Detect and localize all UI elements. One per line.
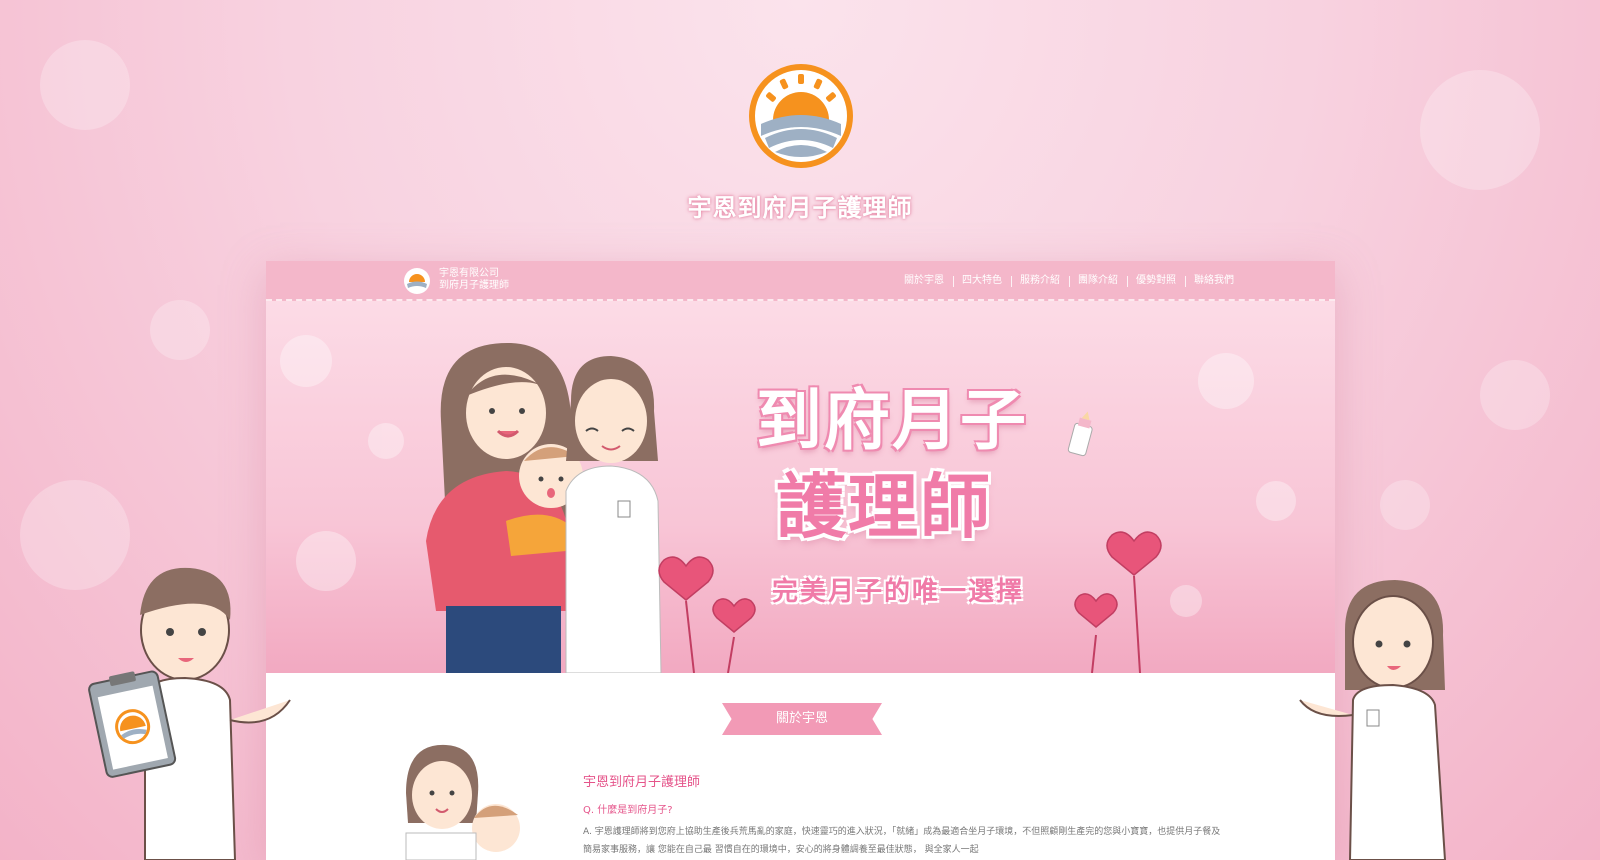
menu-item-advantages[interactable]: 優勢對照 xyxy=(1127,261,1185,301)
bokeh xyxy=(1380,480,1430,530)
site-name-line1: 宇恩有限公司 xyxy=(439,268,499,279)
nurse-baby-illustration xyxy=(405,744,520,860)
about-section: 關於宇恩 宇恩到府月子護理師 Q. 什麼是到府月子? A. 宇恩護理師將到您府上… xyxy=(266,673,1335,860)
hero-title-line2: 護理師 xyxy=(776,466,992,548)
nurse-figure xyxy=(565,356,662,673)
female-nurse-illustration xyxy=(1299,580,1447,860)
sun-logo-icon[interactable] xyxy=(403,267,431,295)
mother-figure xyxy=(426,342,572,673)
hero-banner: 到府月子 護理師 完美月子的唯一選擇 xyxy=(266,301,1335,673)
about-question: Q. 什麼是到府月子? xyxy=(583,805,673,816)
bokeh xyxy=(40,40,130,130)
section-ribbon: 關於宇恩 xyxy=(722,703,882,735)
site-name[interactable]: 宇恩有限公司 到府月子護理師 xyxy=(439,268,509,292)
site-nav: 宇恩有限公司 到府月子護理師 關於宇恩 四大特色 服務介紹 團隊介紹 優勢對照 … xyxy=(266,261,1335,305)
website-mock: 宇恩有限公司 到府月子護理師 關於宇恩 四大特色 服務介紹 團隊介紹 優勢對照 … xyxy=(266,261,1335,860)
bokeh xyxy=(150,300,210,360)
bokeh xyxy=(1480,360,1550,430)
sun-logo-icon xyxy=(749,64,853,168)
about-answer: A. 宇恩護理師將到您府上協助生產後兵荒馬亂的家庭，快速靈巧的進入狀況，「就緒」… xyxy=(583,827,1221,855)
bokeh xyxy=(1420,70,1540,190)
menu-item-services[interactable]: 服務介紹 xyxy=(1011,261,1069,301)
menu-item-features[interactable]: 四大特色 xyxy=(953,261,1011,301)
about-heading: 宇恩到府月子護理師 xyxy=(583,775,701,790)
site-name-line2: 到府月子護理師 xyxy=(439,280,509,291)
menu-item-contact[interactable]: 聯絡我們 xyxy=(1185,261,1243,301)
main-menu: 關於宇恩 四大特色 服務介紹 團隊介紹 優勢對照 聯絡我們 xyxy=(895,261,1243,305)
hero-subtitle: 完美月子的唯一選擇 xyxy=(772,577,1025,607)
menu-item-team[interactable]: 團隊介紹 xyxy=(1069,261,1127,301)
baby-bottle-icon xyxy=(1067,411,1093,457)
menu-item-about[interactable]: 關於宇恩 xyxy=(895,261,953,305)
male-nurse-illustration xyxy=(88,567,291,860)
hero-title-line1: 到府月子 xyxy=(756,382,1028,459)
brand-title: 宇恩到府月子護理師 xyxy=(687,194,913,222)
